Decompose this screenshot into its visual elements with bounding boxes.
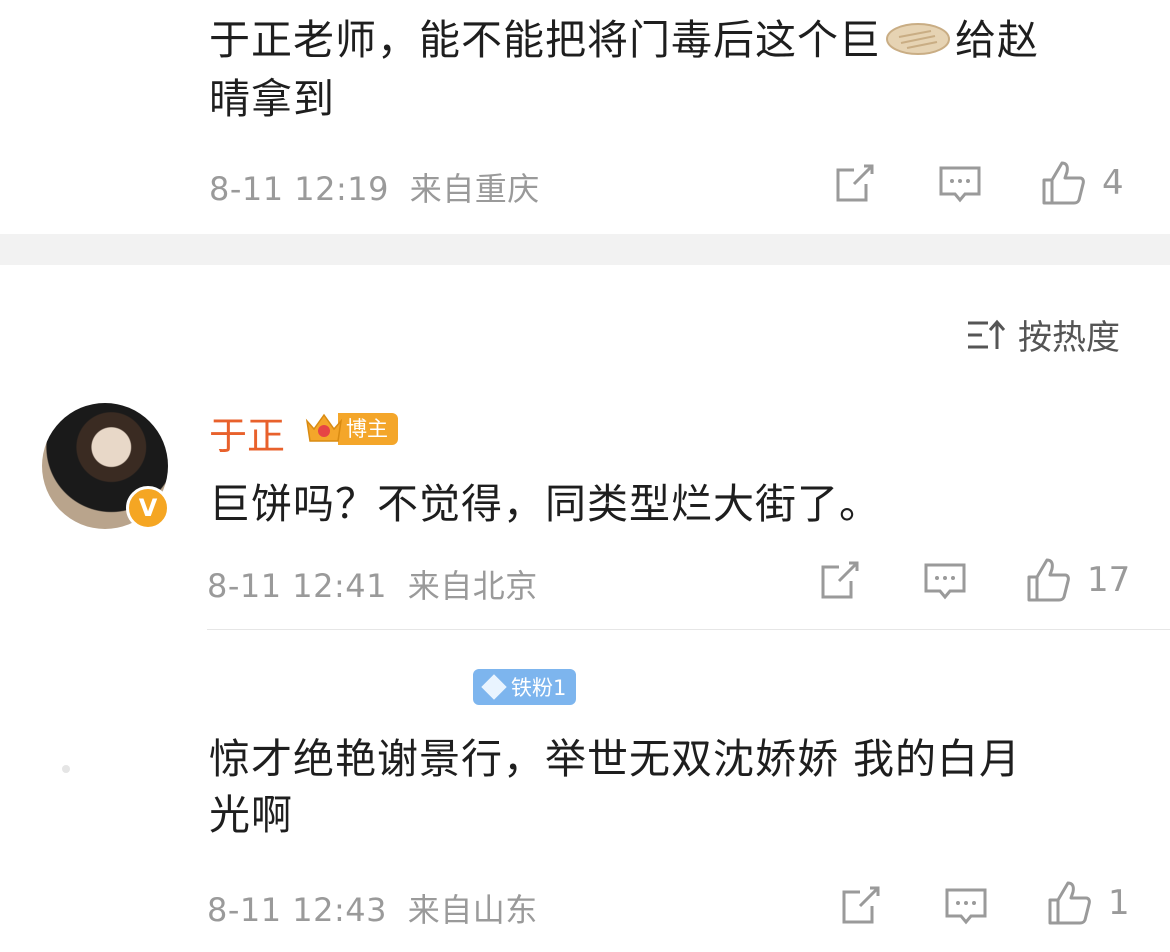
pancake-emoji-icon (885, 15, 951, 71)
comment-3-location: 来自山东 (407, 891, 538, 929)
fan-badge-label: 铁粉1 (511, 676, 567, 700)
share-icon (842, 886, 880, 924)
crown-icon (304, 411, 344, 447)
sort-icon (968, 319, 1006, 349)
comment-2-location: 来自北京 (407, 567, 538, 605)
comment-1-text-line2: 晴拿到 (209, 75, 335, 123)
comment-1-like-button[interactable]: 4 (1040, 160, 1124, 206)
avatar-placeholder[interactable] (62, 765, 70, 773)
blogger-badge: 博主 (304, 411, 398, 447)
share-icon (821, 561, 859, 599)
thumbs-up-icon (1048, 881, 1091, 925)
comment-1-text-line1: 于正老师，能不能把将门毒后这个巨 (209, 16, 881, 64)
comment-3-like-count: 1 (1108, 883, 1130, 923)
sort-label: 按热度 (1018, 318, 1120, 358)
comment-2-text: 巨饼吗？不觉得，同类型烂大街了。 (209, 480, 881, 528)
verified-v-icon: V (126, 486, 170, 530)
comment-2-reply-button[interactable] (923, 561, 967, 603)
comment-3-share-button[interactable] (840, 884, 882, 926)
comment-icon (924, 563, 966, 600)
section-separator (0, 234, 1170, 265)
comment-1-text: 于正老师，能不能把将门毒后这个巨 给赵 晴拿到 (209, 12, 1129, 127)
comment-2-like-button[interactable]: 17 (1025, 557, 1130, 603)
thumbs-up-icon (1042, 161, 1085, 205)
share-icon (836, 164, 874, 202)
blogger-badge-label: 博主 (338, 413, 398, 445)
comment-3-text-line1: 惊才绝艳谢景行，举世无双沈娇娇 我的白月 (209, 735, 1022, 783)
comment-icon (945, 888, 987, 925)
comment-2-meta: 8-11 12:41 来自北京 (207, 561, 538, 607)
comment-2-date: 8-11 12:41 (207, 567, 388, 605)
diamond-icon (481, 674, 507, 700)
comment-3-like-button[interactable]: 1 (1046, 880, 1130, 926)
sort-toggle[interactable]: 按热度 (966, 310, 1120, 359)
comment-1-text-line1-suffix: 给赵 (955, 16, 1039, 64)
comment-1-like-count: 4 (1102, 163, 1124, 203)
comment-2-share-button[interactable] (819, 559, 861, 601)
comment-icon (939, 166, 981, 203)
comment-1-share-button[interactable] (834, 162, 876, 204)
comment-3-meta: 8-11 12:43 来自山东 (207, 885, 538, 931)
fan-badge: 铁粉1 (473, 669, 577, 705)
comment-divider (207, 629, 1170, 630)
thumbs-up-icon (1027, 558, 1070, 602)
comment-3-reply-button[interactable] (944, 886, 988, 928)
comment-1-date: 8-11 12:19 (209, 170, 390, 208)
comment-2-like-count: 17 (1087, 560, 1131, 600)
comment-3-text: 惊才绝艳谢景行，举世无双沈娇娇 我的白月 光啊 (209, 731, 1129, 843)
comment-3-date: 8-11 12:43 (207, 891, 388, 929)
username[interactable]: 于正 (209, 405, 285, 460)
comment-1-reply-button[interactable] (938, 164, 982, 206)
comment-1-location: 来自重庆 (409, 170, 540, 208)
comment-3-text-line2: 光啊 (209, 791, 293, 839)
comment-1-meta: 8-11 12:19 来自重庆 (209, 164, 540, 210)
